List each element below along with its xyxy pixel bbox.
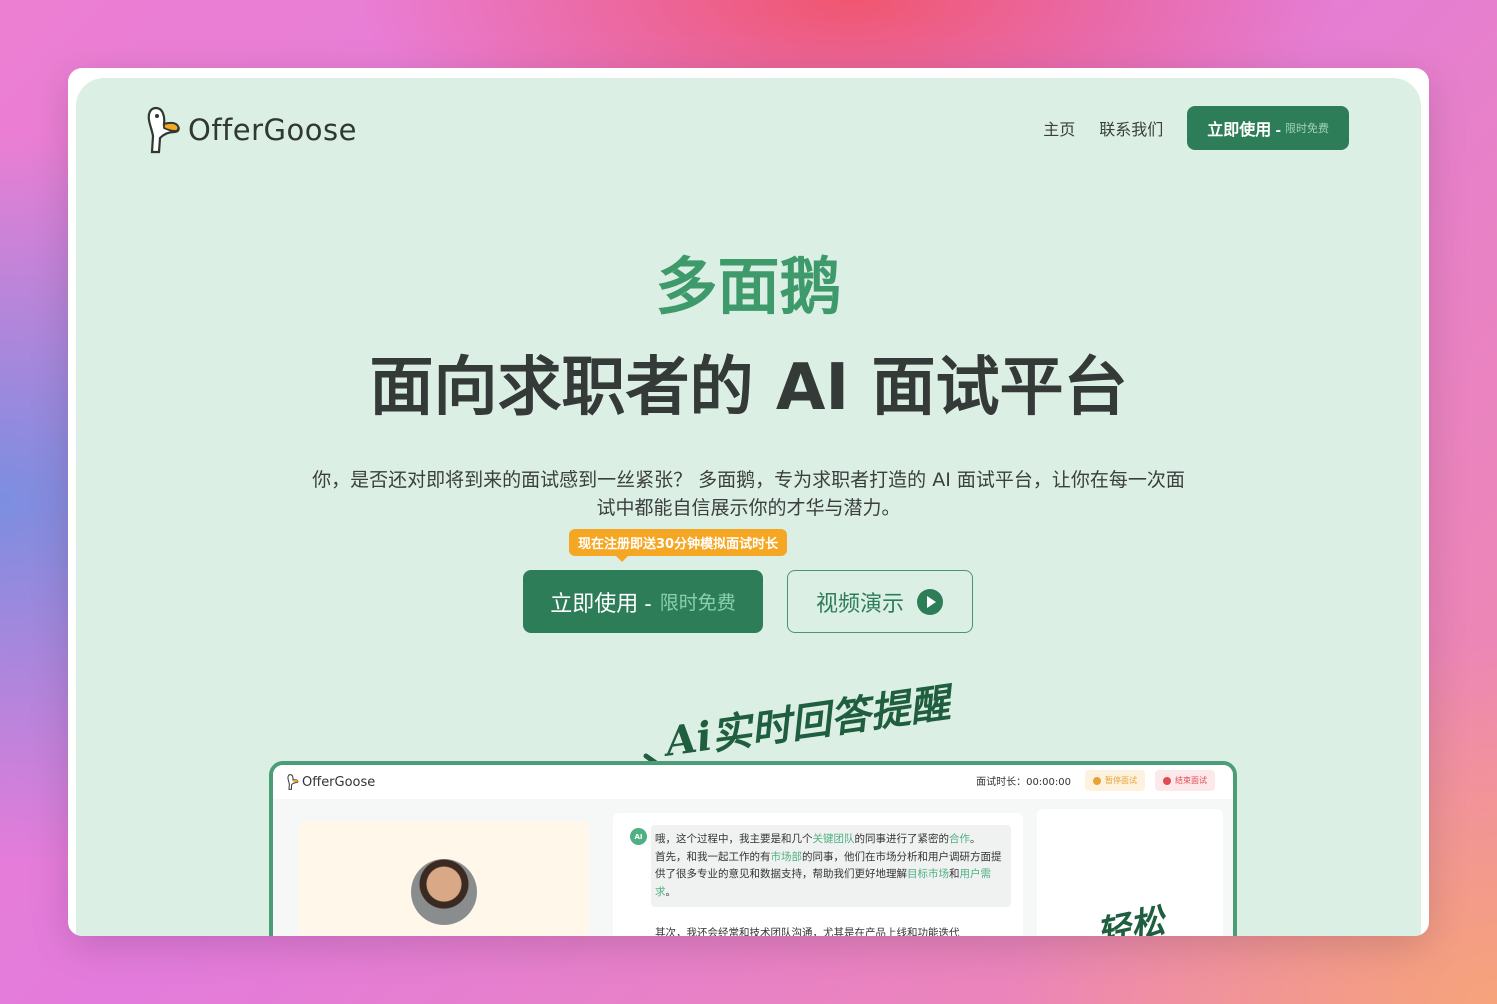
answer-text: 。	[665, 885, 677, 898]
stop-icon	[1163, 776, 1171, 785]
video-demo-label: 视频演示	[815, 590, 904, 616]
highlight-keyword: 合作	[949, 833, 970, 845]
interviewer-panel	[299, 821, 589, 936]
goose-logo-icon	[287, 774, 299, 790]
ai-answer-next-line: 其次，我还会经常和技术团队沟通，尤其是在产品上线和功能迭代	[655, 927, 960, 936]
annotation-realtime: Ai实时回答提醒	[662, 679, 953, 766]
pause-interview-button[interactable]: 暂停面试	[1085, 770, 1145, 791]
end-label: 结束面试	[1175, 776, 1207, 785]
browser-window: OfferGoose 主页 联系我们 立即使用 - 限时免费 多面鹅 面向求职者…	[68, 68, 1429, 936]
start-button-muted: 限时免费	[659, 593, 736, 614]
video-demo-button[interactable]: 视频演示	[787, 570, 973, 633]
play-icon	[917, 588, 943, 615]
interviewer-avatar	[411, 859, 477, 925]
landing-page: OfferGoose 主页 联系我们 立即使用 - 限时免费 多面鹅 面向求职者…	[76, 78, 1421, 936]
site-logo[interactable]: OfferGoose	[146, 104, 357, 156]
nav-start-muted: 限时免费	[1285, 123, 1329, 135]
highlight-keyword: 市场部	[770, 850, 803, 863]
start-button-label: 立即使用 -	[550, 590, 652, 616]
ai-answer-bubble: 哦，这个过程中，我主要是和几个关键团队的同事进行了紧密的合作。 首先，和我一起工作…	[651, 825, 1011, 907]
nav-link-contact[interactable]: 联系我们	[1099, 116, 1163, 140]
start-button[interactable]: 立即使用 - 限时免费	[523, 570, 763, 633]
answer-text: 和	[949, 868, 960, 880]
hero-description: 你，是否还对即将到来的面试感到一丝紧张？ 多面鹅，专为求职者打造的 AI 面试平…	[312, 469, 1185, 519]
preview-controls: 面试时长：00:00:00 暂停面试 结束面试	[976, 770, 1215, 791]
nav-start-button[interactable]: 立即使用 - 限时免费	[1187, 106, 1349, 150]
goose-logo-icon	[147, 106, 180, 154]
answer-text: 哦，这个过程中，我主要是和几个	[655, 833, 813, 845]
pause-label: 暂停面试	[1105, 776, 1137, 785]
hero-headline: 面向求职者的 AI 面试平台	[369, 351, 1128, 425]
nav-start-label: 立即使用 -	[1207, 122, 1281, 139]
top-nav: 主页 联系我们 立即使用 - 限时免费	[1043, 106, 1349, 150]
ai-badge: AI	[630, 828, 647, 845]
brand-title: 多面鹅	[655, 250, 842, 323]
pause-icon	[1093, 776, 1101, 785]
end-interview-button[interactable]: 结束面试	[1155, 770, 1215, 791]
logo-text: OfferGoose	[188, 113, 357, 147]
preview-logo: OfferGoose	[287, 772, 375, 792]
preview-logo-text: OfferGoose	[302, 774, 376, 790]
preview-header: OfferGoose 面试时长：00:00:00 暂停面试 结束面试	[273, 765, 1233, 799]
nav-link-home[interactable]: 主页	[1043, 116, 1075, 140]
highlight-keyword: 目标市场	[907, 868, 949, 880]
highlight-keyword: 关键团队	[812, 833, 855, 845]
interview-timer: 面试时长：00:00:00	[976, 777, 1071, 788]
promo-badge: 现在注册即送30分钟模拟面试时长	[569, 529, 788, 562]
answer-text: 。	[970, 833, 981, 845]
answer-text: 的同事进行了紧密的	[854, 833, 950, 845]
answer-text: 首先，和我一起工作的有	[655, 850, 771, 863]
